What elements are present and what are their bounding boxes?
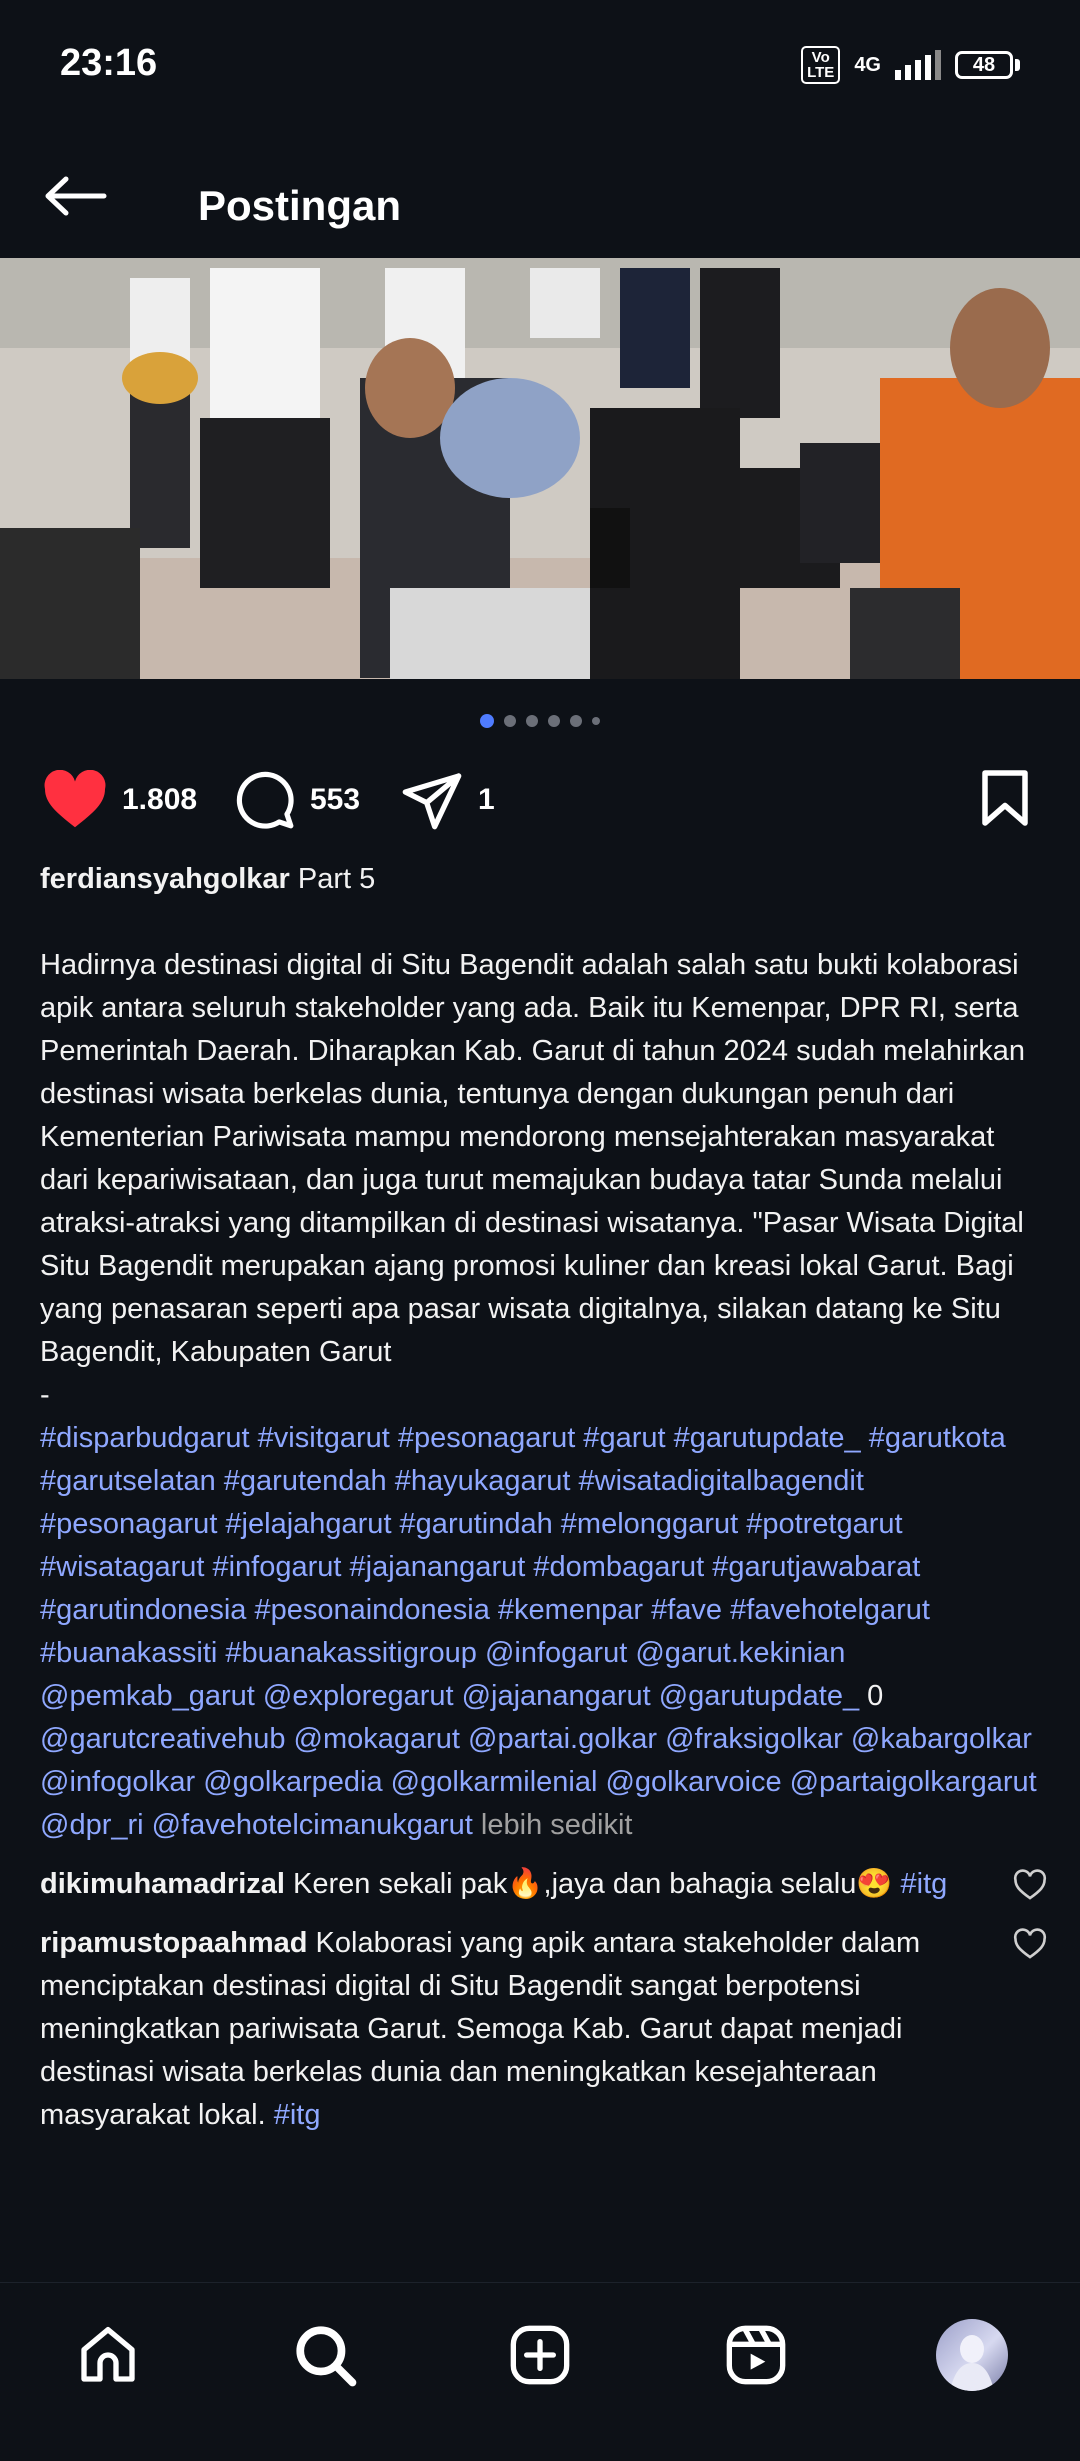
nav-reels[interactable] bbox=[716, 2315, 796, 2395]
carousel-dot bbox=[548, 715, 560, 727]
comment-like-icon[interactable] bbox=[1012, 1869, 1048, 1901]
nav-profile[interactable] bbox=[932, 2315, 1012, 2395]
comment-like-icon[interactable] bbox=[1012, 1928, 1048, 1960]
carousel-dot bbox=[526, 715, 538, 727]
hashtag-list[interactable]: #disparbudgarut #visitgarut #pesonagarut… bbox=[40, 1422, 1006, 1712]
nav-home[interactable] bbox=[68, 2315, 148, 2395]
carousel-indicator bbox=[0, 714, 1080, 728]
comment-icon bbox=[236, 771, 294, 829]
status-time: 23:16 bbox=[60, 42, 158, 84]
caption-body: Hadirnya destinasi digital di Situ Bagen… bbox=[40, 949, 1025, 1368]
comment-count: 553 bbox=[310, 783, 361, 816]
like-button[interactable]: 1.808 bbox=[42, 760, 197, 840]
volte-icon: Vo LTE bbox=[801, 46, 841, 84]
status-bar: 23:16 Vo LTE 4G 48 bbox=[0, 0, 1080, 130]
comment-item: dikimuhamadrizal Keren sekali pak🔥,jaya … bbox=[40, 1863, 1047, 1906]
search-icon bbox=[296, 2326, 357, 2387]
share-button[interactable]: 1 bbox=[400, 760, 495, 840]
heart-filled-icon bbox=[44, 770, 106, 828]
home-icon bbox=[81, 2327, 135, 2382]
caption-separator: - bbox=[40, 1379, 50, 1411]
save-button[interactable] bbox=[980, 768, 1030, 833]
post-actions: 1.808 553 1 bbox=[0, 760, 1080, 840]
caption-header: ferdiansyahgolkar Part 5 bbox=[40, 858, 1040, 901]
post-image[interactable] bbox=[0, 258, 1080, 679]
nav-create[interactable] bbox=[500, 2315, 580, 2395]
arrow-left-icon bbox=[45, 176, 107, 216]
signal-icon bbox=[895, 50, 941, 80]
bookmark-icon bbox=[982, 770, 1028, 826]
carousel-dot bbox=[504, 715, 516, 727]
send-icon bbox=[402, 773, 462, 830]
comment-text: Keren sekali pak🔥,jaya dan bahagia selal… bbox=[284, 1868, 901, 1900]
carousel-dot-active bbox=[480, 714, 494, 728]
carousel-dot bbox=[570, 715, 582, 727]
add-post-icon bbox=[510, 2325, 570, 2385]
share-count: 1 bbox=[478, 783, 495, 816]
nav-search[interactable] bbox=[285, 2315, 365, 2395]
status-icons: Vo LTE 4G 48 bbox=[801, 46, 1020, 84]
post-photo bbox=[0, 258, 1080, 679]
reels-icon bbox=[726, 2325, 786, 2385]
comment-button[interactable]: 553 bbox=[234, 760, 360, 840]
network-type: 4G bbox=[854, 53, 881, 76]
comment-username[interactable]: ripamustopaahmad bbox=[40, 1927, 308, 1959]
like-count: 1.808 bbox=[122, 783, 198, 816]
profile-avatar bbox=[936, 2319, 1008, 2391]
bottom-navigation bbox=[0, 2282, 1080, 2461]
back-button[interactable] bbox=[40, 160, 112, 232]
page-title: Postingan bbox=[198, 182, 402, 229]
caption-stray-text: 0 bbox=[859, 1680, 884, 1712]
caption-hashtags: #disparbudgarut #visitgarut #pesonagarut… bbox=[40, 1417, 1040, 1847]
carousel-dot bbox=[592, 717, 600, 725]
post-content: ferdiansyahgolkar Part 5 Hadirnya destin… bbox=[40, 858, 1047, 2137]
battery-level: 48 bbox=[955, 51, 1013, 79]
comment-hashtag[interactable]: #itg bbox=[901, 1868, 948, 1900]
app-header: Postingan bbox=[0, 130, 1080, 260]
caption-title: Part 5 bbox=[297, 863, 376, 895]
comment-username[interactable]: dikimuhamadrizal bbox=[40, 1868, 285, 1900]
show-less-link[interactable]: lebih sedikit bbox=[473, 1809, 633, 1841]
author-username[interactable]: ferdiansyahgolkar bbox=[40, 863, 290, 895]
comment-hashtag[interactable]: #itg bbox=[274, 2099, 321, 2131]
battery-icon: 48 bbox=[955, 51, 1020, 79]
comment-item: ripamustopaahmad Kolaborasi yang apik an… bbox=[40, 1922, 1047, 2137]
